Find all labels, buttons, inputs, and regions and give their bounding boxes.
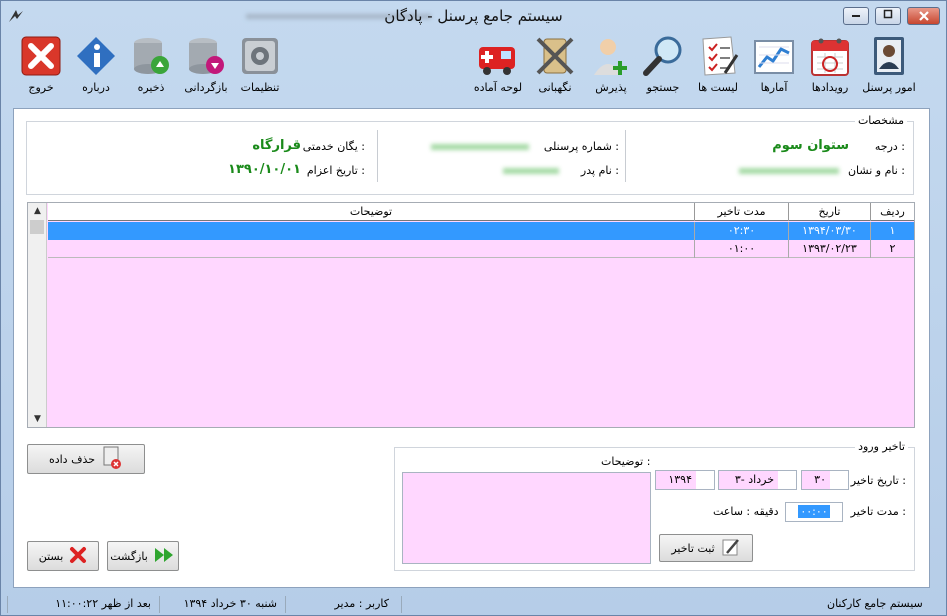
toolbar-personnel[interactable]: امور پرسنل [859,33,919,101]
cell-delay: ۰۲:۳۰ [694,222,788,240]
toolbar-search[interactable]: جستجو [633,33,693,101]
search-icon [640,33,686,79]
scroll-up-icon[interactable]: ▲ [28,203,47,219]
info-group: مشخصات درجه : ستوان سوم نام و نشان : شما… [26,114,914,195]
table-row[interactable]: ۰۱:۰۰ ۱۳۹۳/۰۲/۲۳ ۲ [48,240,914,258]
column-header-description[interactable]: توضیحات [48,203,694,221]
column-header-row[interactable]: ردیف [870,203,914,221]
name-value-blurred [739,168,839,174]
day-select[interactable]: ▼ ۳۰ [801,470,849,490]
delay-duration-label: مدت تاخیر : [850,505,906,518]
swords-icon [532,33,578,79]
toolbar-exit[interactable]: خروج [11,33,71,101]
toolbar-lists[interactable]: لیست ها [688,33,748,101]
toolbar-admission[interactable]: پذیرش [581,33,641,101]
save-db-icon [128,33,174,79]
content-panel: مشخصات درجه : ستوان سوم نام و نشان : شما… [13,108,930,588]
info-group-caption: مشخصات [854,114,907,127]
main-window: سیستم جامع پرسنل - پادگان امور پرسنل روی… [0,0,947,616]
scroll-thumb[interactable] [30,220,44,234]
toolbar-settings[interactable]: تنظیمات [230,33,290,101]
minimize-icon [852,15,860,17]
dispatch-date-value: ۱۳۹۰/۱۰/۰۱ [228,162,301,177]
status-bar: سیستم جامع کارکنان کاربر : مدیر شنبه ۳۰ … [1,593,946,615]
father-name-blurred [503,168,559,174]
toolbar-guard[interactable]: نگهبانی [525,33,585,101]
year-select[interactable]: ▼ ۱۳۹۴ [655,470,715,490]
close-form-button[interactable]: بستن [27,541,99,571]
settings-icon [237,33,283,79]
toolbar-restore[interactable]: بازگردانی [176,33,236,101]
unit-label: یگان خدمتی : [302,140,365,153]
cell-description [48,240,694,258]
month-select[interactable]: ▼ ۳- خرداد [718,470,797,490]
delay-entry-group: تاخیر ورود تاریخ تاخیر : ▼ ۳۰ ▼ ۳- خرداد… [394,440,915,571]
unit-value: قرارگاه [252,138,301,153]
cell-date: ۱۳۹۳/۰۲/۲۳ [788,240,870,258]
checklist-icon [695,33,741,79]
close-icon [918,11,929,21]
table-header: توضیحات مدت تاخیر تاریخ ردیف [48,203,914,221]
status-user: کاربر : مدیر [285,596,395,613]
scroll-down-icon[interactable]: ▼ [28,411,47,427]
father-name-label: نام پدر : [580,164,619,177]
personnel-number-blurred [431,144,529,150]
restore-db-icon [183,33,229,79]
restore-icon [883,9,893,19]
vertical-scrollbar[interactable]: ▲ ▼ [28,203,47,427]
column-header-date[interactable]: تاریخ [788,203,870,221]
delay-duration-input[interactable]: ۰۰:۰۰ [785,502,843,522]
dispatch-date-label: تاریخ اعزام : [306,164,365,177]
delays-table[interactable]: ▲ ▼ توضیحات مدت تاخیر تاریخ ردیف ۰۲:۳۰ ۱… [27,202,915,428]
column-header-delay[interactable]: مدت تاخیر [694,203,788,221]
personnel-number-label: شماره پرسنلی : [543,140,619,153]
info-icon [73,33,119,79]
title-bar: سیستم جامع پرسنل - پادگان [1,1,946,31]
cell-description [48,222,694,240]
submit-delay-button[interactable]: ثبت تاخیر [659,534,753,562]
description-label: توضیحات : [601,455,651,468]
maximize-button[interactable] [875,7,901,25]
close-button[interactable] [907,7,940,25]
toolbar-stats[interactable]: آمارها [744,33,804,101]
ambulance-icon [475,33,521,79]
description-textarea[interactable] [402,472,651,564]
close-red-icon [69,546,87,567]
status-time: ۱۱:۰۰:۲۲ بعد از ظهر [7,596,157,613]
cell-row-number: ۱ [870,222,914,240]
toolbar-events[interactable]: رویدادها [800,33,860,101]
cell-row-number: ۲ [870,240,914,258]
separator [377,130,378,182]
chart-icon [751,33,797,79]
personnel-icon [866,33,912,79]
separator [625,130,626,182]
toolbar-ready-board[interactable]: لوحه آماده [468,33,528,101]
delay-group-caption: تاخیر ورود [855,440,908,453]
delay-date-label: تاریخ تاخیر : [850,474,906,487]
rank-label: درجه : [874,140,905,153]
minimize-button[interactable] [843,7,869,25]
delete-document-icon [101,446,123,473]
edit-pen-icon [721,537,741,560]
add-user-icon [588,33,634,79]
toolbar-save[interactable]: ذخیره [121,33,181,101]
exit-icon [18,33,64,79]
cell-delay: ۰۱:۰۰ [694,240,788,258]
window-title: سیستم جامع پرسنل - پادگان [384,7,563,25]
status-date: شنبه ۳۰ خرداد ۱۳۹۴ [159,596,283,613]
status-blank [401,596,811,613]
toolbar: امور پرسنل رویدادها آمارها لیست ها جستجو… [1,31,946,105]
toolbar-about[interactable]: درباره [66,33,126,101]
rank-value: ستوان سوم [772,138,849,153]
cell-date: ۱۳۹۴/۰۳/۳۰ [788,222,870,240]
calendar-icon [807,33,853,79]
name-label: نام و نشان : [847,164,905,177]
forward-arrows-icon [154,546,176,567]
back-button[interactable]: بازگشت [107,541,179,571]
delete-record-button[interactable]: حذف داده [27,444,145,474]
duration-format-hint: دقیقه : ساعت [713,505,779,518]
table-row[interactable]: ۰۲:۳۰ ۱۳۹۴/۰۳/۳۰ ۱ [48,222,914,240]
status-system: سیستم جامع کارکنان [827,597,923,610]
